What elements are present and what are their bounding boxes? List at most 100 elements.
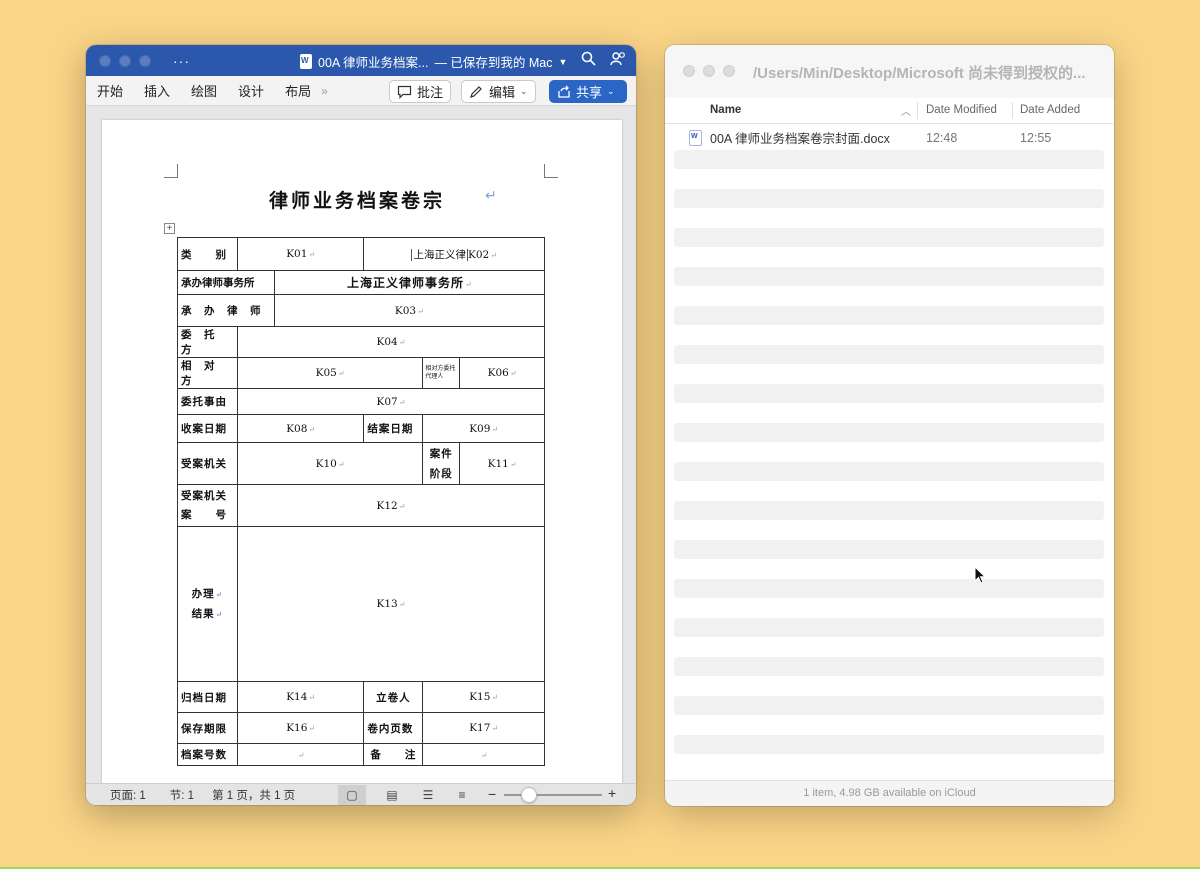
crop-mark (164, 164, 178, 178)
outline-view-icon[interactable]: ☰ (414, 785, 442, 805)
comment-button[interactable]: 批注 (389, 80, 452, 103)
label-opposing-agent: 相对方委托代理人 (422, 357, 461, 389)
column-date-added[interactable]: Date Added (1020, 104, 1080, 116)
pencil-icon (470, 85, 482, 98)
empty-row-stripe (674, 189, 1104, 208)
zoom-slider-knob[interactable] (520, 787, 537, 803)
label-authority-case-no: 受案机关案 号 (177, 484, 238, 527)
label-law-firm: 承办律师事务所 (177, 270, 275, 295)
word-titlebar: ··· 00A 律师业务档案... — 已保存到我的 Mac ▼ (86, 45, 636, 76)
empty-row-stripe (674, 306, 1104, 325)
table-move-handle[interactable]: + (164, 223, 175, 234)
value-k10[interactable]: K10↵ (236, 442, 424, 485)
finder-titlebar: /Users/Min/Desktop/Microsoft 尚未得到授权的... (665, 45, 1114, 98)
value-k02[interactable]: 上海正义律 K02↵ (363, 237, 545, 271)
value-law-firm[interactable]: 上海正义律师事务所↵ (273, 270, 546, 295)
value-remarks[interactable]: ↵ (422, 743, 545, 766)
print-layout-icon[interactable]: ▢ (338, 785, 366, 805)
column-date-modified[interactable]: Date Modified (926, 104, 997, 116)
cover-form-table: 类 别 K01↵ 上海正义律 K02↵ 承办律师事务所 上海正义律师事务所↵ 承 … (177, 237, 546, 766)
value-k03[interactable]: K03↵ (273, 294, 546, 327)
zoom-slider[interactable] (504, 794, 602, 796)
column-header: Name ︿ Date Modified Date Added (665, 98, 1114, 124)
doc-name: 00A 律师业务档案... (318, 56, 429, 70)
value-k09[interactable]: K09↵ (422, 414, 545, 443)
tab-layout[interactable]: 布局 (285, 81, 311, 100)
value-k04[interactable]: K04↵ (236, 326, 546, 358)
tab-insert[interactable]: 插入 (144, 81, 170, 100)
minimize-button[interactable] (703, 65, 715, 77)
edit-label: 编辑 (489, 85, 516, 100)
label-category: 类 别 (177, 237, 238, 271)
draft-view-icon[interactable]: ≡ (448, 785, 476, 805)
account-icon[interactable] (610, 51, 626, 69)
chevron-down-icon: ▼ (558, 56, 568, 67)
value-k01[interactable]: K01↵ (236, 237, 365, 271)
share-icon (558, 85, 570, 98)
chevron-down-icon: ⌄ (520, 86, 528, 96)
share-button[interactable]: 共享 ⌄ (549, 80, 627, 103)
value-k11[interactable]: K11↵ (459, 442, 545, 485)
file-row[interactable]: 00A 律师业务档案卷宗封面.docx 12:48 12:55 (665, 124, 1114, 151)
empty-list-area[interactable] (674, 150, 1104, 774)
value-k16[interactable]: K16↵ (236, 712, 365, 744)
empty-row-stripe (674, 462, 1104, 481)
label-authority: 受案机关 (177, 442, 238, 485)
document-title[interactable]: 00A 律师业务档案... — 已保存到我的 Mac ▼ (300, 52, 567, 71)
zoom-in-icon[interactable]: + (608, 785, 616, 801)
tab-design[interactable]: 设计 (238, 81, 264, 100)
crop-mark (544, 164, 558, 178)
tab-draw[interactable]: 绘图 (191, 81, 217, 100)
document-page[interactable]: 律师业务档案卷宗 ↵ + 类 别 K01↵ 上海正义律 K02↵ 承办律师事务所 … (102, 120, 622, 783)
empty-row-stripe (674, 345, 1104, 364)
document-area[interactable]: 律师业务档案卷宗 ↵ + 类 别 K01↵ 上海正义律 K02↵ 承办律师事务所 … (86, 106, 636, 783)
edit-mode-button[interactable]: 编辑 ⌄ (461, 80, 536, 103)
value-k08[interactable]: K08↵ (236, 414, 365, 443)
mouse-pointer-icon (974, 566, 987, 584)
zoom-out-icon[interactable]: − (488, 786, 496, 802)
tab-home[interactable]: 开始 (97, 81, 123, 100)
zoom-button[interactable] (723, 65, 735, 77)
value-archive-number[interactable]: ↵ (236, 743, 365, 766)
value-k14[interactable]: K14↵ (236, 681, 365, 713)
label-matter: 委托事由 (177, 388, 238, 415)
sort-ascending-icon: ︿ (901, 107, 911, 118)
empty-row-stripe (674, 501, 1104, 520)
empty-row-stripe (674, 657, 1104, 676)
minimize-button[interactable] (119, 54, 131, 67)
search-icon[interactable] (581, 51, 596, 69)
value-k13[interactable]: K13↵ (236, 526, 546, 682)
label-filer: 立卷人 (363, 681, 424, 713)
label-intake-date: 收案日期 (177, 414, 238, 443)
label-close-date: 结案日期 (363, 414, 424, 443)
more-options-icon[interactable]: ··· (173, 53, 190, 69)
close-button[interactable] (683, 65, 695, 77)
label-result: 办理↵ 结果↵ (177, 526, 238, 682)
table-row: 委 托 方 K04↵ (177, 326, 546, 358)
value-k06[interactable]: K06↵ (459, 357, 545, 389)
label-archive-date: 归档日期 (177, 681, 238, 713)
column-name[interactable]: Name (710, 104, 741, 116)
value-k12[interactable]: K12↵ (236, 484, 546, 527)
window-controls (683, 65, 735, 77)
column-separator[interactable] (1012, 102, 1013, 119)
comment-icon (397, 85, 412, 99)
paragraph-mark: ↵ (485, 188, 500, 204)
column-separator[interactable] (917, 102, 918, 119)
empty-row-stripe (674, 384, 1104, 403)
close-button[interactable] (99, 54, 111, 67)
word-doc-icon (300, 54, 312, 69)
label-remarks: 备 注 (363, 743, 424, 766)
value-k15[interactable]: K15↵ (422, 681, 545, 713)
page-count-indicator[interactable]: 第 1 页，共 1 页 (212, 787, 295, 803)
table-row: 受案机关 K10↵ 案件 阶段 K11↵ (177, 442, 545, 485)
value-k07[interactable]: K07↵ (236, 388, 546, 415)
chevron-down-icon: ⌄ (607, 86, 615, 96)
focus-view-icon[interactable]: ▤ (378, 785, 406, 805)
value-k17[interactable]: K17↵ (422, 712, 545, 744)
table-row: 相 对 方 K05↵ 相对方委托代理人 K06↵ (177, 357, 545, 389)
more-tabs-icon[interactable]: » (321, 84, 328, 98)
empty-row-stripe (674, 618, 1104, 637)
zoom-button[interactable] (139, 54, 151, 67)
value-k05[interactable]: K05↵ (236, 357, 424, 389)
